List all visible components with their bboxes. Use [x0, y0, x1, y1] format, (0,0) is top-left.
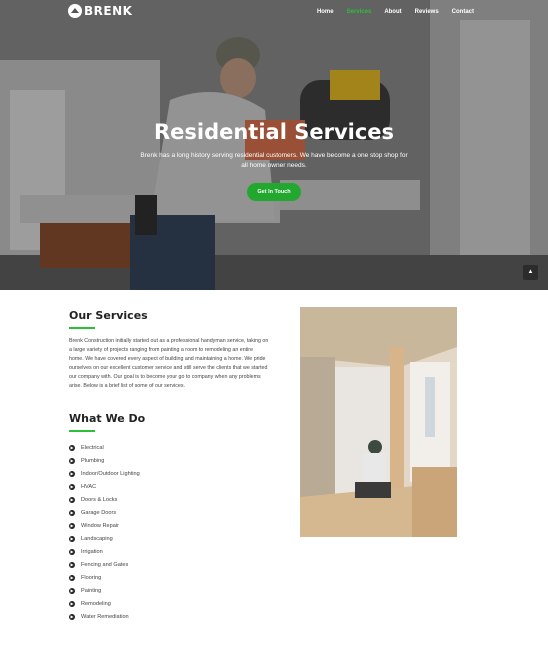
chevron-circle-right-icon: ▶	[69, 445, 75, 452]
what-we-do-heading: What We Do	[69, 412, 146, 425]
main-menu: Home Services About Reviews Contact	[317, 9, 474, 15]
list-item-label: Water Remediation	[81, 613, 129, 620]
chevron-circle-right-icon: ▶	[69, 587, 75, 594]
hero-title: Residential Services	[153, 120, 395, 144]
list-item: ▶ Garage Doors	[69, 507, 269, 520]
hero-dark-overlay	[0, 0, 548, 290]
list-item: ▶ Electrical	[69, 442, 269, 455]
chevron-circle-right-icon: ▶	[69, 523, 75, 530]
chevron-up-icon: ▲	[527, 269, 534, 275]
top-navigation: BRENK Home Services About Reviews Contac…	[0, 0, 548, 26]
chevron-circle-right-icon: ▶	[69, 561, 75, 568]
heading-underline	[69, 327, 95, 329]
chevron-circle-right-icon: ▶	[69, 600, 75, 607]
our-services-heading: Our Services	[69, 309, 148, 322]
get-in-touch-button[interactable]: Get In Touch	[247, 183, 301, 201]
logo-text: BRENK	[84, 4, 133, 18]
scroll-to-top-button[interactable]: ▲	[523, 265, 538, 280]
list-item: ▶ HVAC	[69, 481, 269, 494]
list-item: ▶ Plumbing	[69, 455, 269, 468]
list-item: ▶ Irrigation	[69, 546, 269, 559]
nav-reviews[interactable]: Reviews	[415, 9, 439, 15]
list-item-label: Garage Doors	[81, 510, 117, 517]
heading-underline	[69, 430, 95, 432]
list-item-label: Remodeling	[81, 600, 111, 607]
list-item-label: Indoor/Outdoor Lighting	[81, 471, 140, 478]
chevron-circle-right-icon: ▶	[69, 497, 75, 504]
list-item-label: Painting	[81, 587, 102, 594]
list-item: ▶ Fencing and Gates	[69, 558, 269, 571]
list-item: ▶ Indoor/Outdoor Lighting	[69, 468, 269, 481]
list-item: ▶ Landscaping	[69, 533, 269, 546]
list-item: ▶ Window Repair	[69, 520, 269, 533]
list-item: ▶ Water Remediation	[69, 610, 269, 623]
list-item-label: Flooring	[81, 574, 102, 581]
chevron-circle-right-icon: ▶	[69, 471, 75, 478]
logo[interactable]: BRENK	[68, 4, 132, 18]
chevron-circle-right-icon: ▶	[69, 510, 75, 517]
chevron-circle-right-icon: ▶	[69, 574, 75, 581]
list-item-label: Electrical	[81, 445, 104, 452]
list-item: ▶ Doors & Locks	[69, 494, 269, 507]
list-item-label: Landscaping	[81, 536, 113, 543]
chevron-circle-right-icon: ▶	[69, 548, 75, 555]
nav-about[interactable]: About	[384, 9, 401, 15]
interior-construction-image	[300, 307, 457, 537]
list-item: ▶ Remodeling	[69, 597, 269, 610]
list-item-label: HVAC	[81, 484, 97, 491]
list-item-label: Fencing and Gates	[81, 561, 129, 568]
services-list: ▶ Electrical ▶ Plumbing ▶ Indoor/Outdoor Li…	[69, 442, 269, 623]
house-logo-icon	[68, 4, 82, 18]
list-item-label: Doors & Locks	[81, 497, 118, 504]
hero-subtitle: Brenk has a long history serving residen…	[140, 152, 408, 169]
nav-services[interactable]: Services	[347, 9, 372, 15]
hero-banner: BRENK Home Services About Reviews Contac…	[0, 0, 548, 290]
chevron-circle-right-icon: ▶	[69, 613, 75, 620]
nav-contact[interactable]: Contact	[452, 9, 474, 15]
nav-home[interactable]: Home	[317, 9, 334, 15]
list-item-label: Plumbing	[81, 458, 105, 465]
chevron-circle-right-icon: ▶	[69, 484, 75, 491]
construction-photo	[300, 307, 457, 537]
list-item-label: Irrigation	[81, 548, 103, 555]
services-intro-text: Brenk Construction initially started out…	[69, 338, 269, 389]
chevron-circle-right-icon: ▶	[69, 536, 75, 543]
list-item-label: Window Repair	[81, 523, 119, 530]
chevron-circle-right-icon: ▶	[69, 458, 75, 465]
list-item: ▶ Flooring	[69, 571, 269, 584]
list-item: ▶ Painting	[69, 584, 269, 597]
